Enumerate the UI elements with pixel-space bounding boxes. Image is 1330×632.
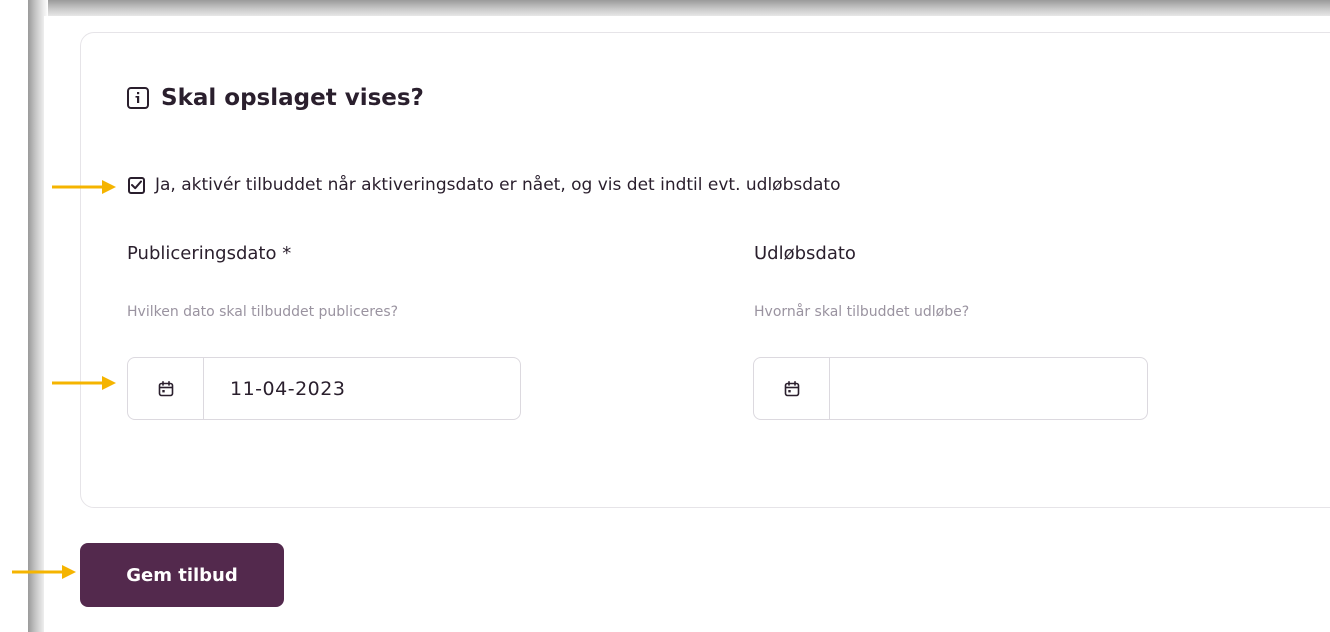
- activation-checkbox-row[interactable]: Ja, aktivér tilbuddet når aktiveringsdat…: [128, 174, 841, 196]
- annotation-arrow: [52, 376, 116, 390]
- activation-checkbox[interactable]: [128, 176, 145, 194]
- annotation-arrow: [52, 180, 116, 194]
- info-icon: [127, 87, 149, 109]
- expiry-date-label: Udløbsdato: [754, 243, 856, 264]
- annotation-arrow: [12, 565, 76, 579]
- expiry-date-picker-button[interactable]: [754, 358, 830, 419]
- activation-checkbox-label: Ja, aktivér tilbuddet når aktiveringsdat…: [155, 175, 841, 195]
- required-marker: *: [282, 243, 292, 264]
- expiry-date-field[interactable]: [753, 357, 1148, 420]
- checkmark-icon: [131, 180, 142, 190]
- section-title: Skal opslaget vises?: [161, 85, 424, 111]
- expiry-date-help: Hvornår skal tilbuddet udløbe?: [754, 304, 970, 320]
- calendar-icon: [158, 380, 173, 396]
- publish-date-help: Hvilken dato skal tilbuddet publiceres?: [127, 304, 399, 320]
- publish-date-label: Publiceringsdato *: [127, 243, 291, 264]
- calendar-icon: [784, 380, 799, 396]
- expiry-date-input[interactable]: [830, 358, 1147, 419]
- publish-date-input[interactable]: 11-04-2023: [204, 358, 520, 419]
- save-offer-button[interactable]: Gem tilbud: [80, 543, 284, 607]
- publish-date-picker-button[interactable]: [128, 358, 204, 419]
- publish-date-field[interactable]: 11-04-2023: [127, 357, 521, 420]
- section-header: Skal opslaget vises?: [127, 82, 424, 114]
- publish-date-label-text: Publiceringsdato: [127, 243, 277, 264]
